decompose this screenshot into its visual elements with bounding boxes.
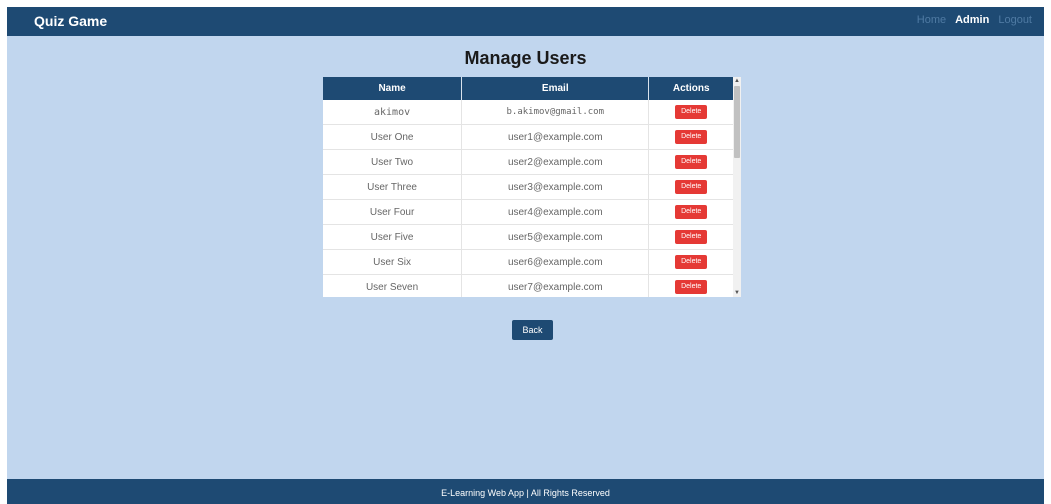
navbar: Quiz Game Home Admin Logout [7,7,1044,36]
app-frame: Quiz Game Home Admin Logout Manage Users… [7,7,1044,504]
delete-button[interactable]: Delete [675,255,708,269]
user-name: User Two [323,149,463,175]
delete-button[interactable]: Delete [675,105,708,119]
delete-button[interactable]: Delete [675,155,708,169]
table-scrollbar[interactable]: ▲ ▼ [733,77,741,297]
user-email: user2@example.com [461,149,650,175]
table-row: akimov b.akimov@gmail.com Delete [323,100,733,125]
delete-button[interactable]: Delete [675,180,708,194]
user-email: user7@example.com [461,274,650,297]
user-actions: Delete [648,100,733,125]
table-row: User Two user2@example.com Delete [323,149,733,175]
user-email: user5@example.com [461,224,650,250]
delete-button[interactable]: Delete [675,280,708,294]
user-email: user6@example.com [461,249,650,275]
table-row: User Seven user7@example.com Delete [323,274,733,297]
nav-link-logout[interactable]: Logout [998,14,1032,26]
user-actions: Delete [648,274,733,297]
table-row: User Six user6@example.com Delete [323,249,733,275]
table-row: User Four user4@example.com Delete [323,199,733,225]
users-table-container: Name Email Actions akimov b.akimov@gmail… [323,77,741,297]
delete-button[interactable]: Delete [675,230,708,244]
scroll-down-arrow-icon[interactable]: ▼ [733,289,741,297]
users-table: Name Email Actions akimov b.akimov@gmail… [323,77,733,297]
user-actions: Delete [648,249,733,275]
footer: E-Learning Web App | All Rights Reserved [7,479,1044,504]
page-title: Manage Users [464,48,587,68]
user-name: User Five [323,224,463,250]
scroll-up-arrow-icon[interactable]: ▲ [733,77,741,85]
user-name: User Three [323,174,463,200]
user-actions: Delete [648,174,733,200]
table-row: User Three user3@example.com Delete [323,174,733,200]
table-row: User Five user5@example.com Delete [323,224,733,250]
user-name: User Four [323,199,463,225]
header-name: Name [323,77,463,100]
nav-link-admin[interactable]: Admin [955,14,989,26]
header-email: Email [461,77,650,100]
user-email: user1@example.com [461,124,650,150]
table-header-row: Name Email Actions [323,77,733,100]
user-email: user4@example.com [461,199,650,225]
user-name: User Six [323,249,463,275]
back-button[interactable]: Back [512,320,553,340]
nav-links: Home Admin Logout [917,14,1032,26]
delete-button[interactable]: Delete [675,130,708,144]
user-actions: Delete [648,199,733,225]
user-actions: Delete [648,149,733,175]
user-name: akimov [323,100,463,125]
brand-title: Quiz Game [34,13,108,29]
table-row: User One user1@example.com Delete [323,124,733,150]
user-name: User One [323,124,463,150]
user-email: user3@example.com [461,174,650,200]
delete-button[interactable]: Delete [675,205,708,219]
nav-link-home[interactable]: Home [917,14,946,26]
user-email: b.akimov@gmail.com [461,100,650,125]
user-actions: Delete [648,124,733,150]
header-actions: Actions [648,77,733,100]
scrollbar-thumb[interactable] [734,86,740,158]
user-name: User Seven [323,274,463,297]
user-actions: Delete [648,224,733,250]
